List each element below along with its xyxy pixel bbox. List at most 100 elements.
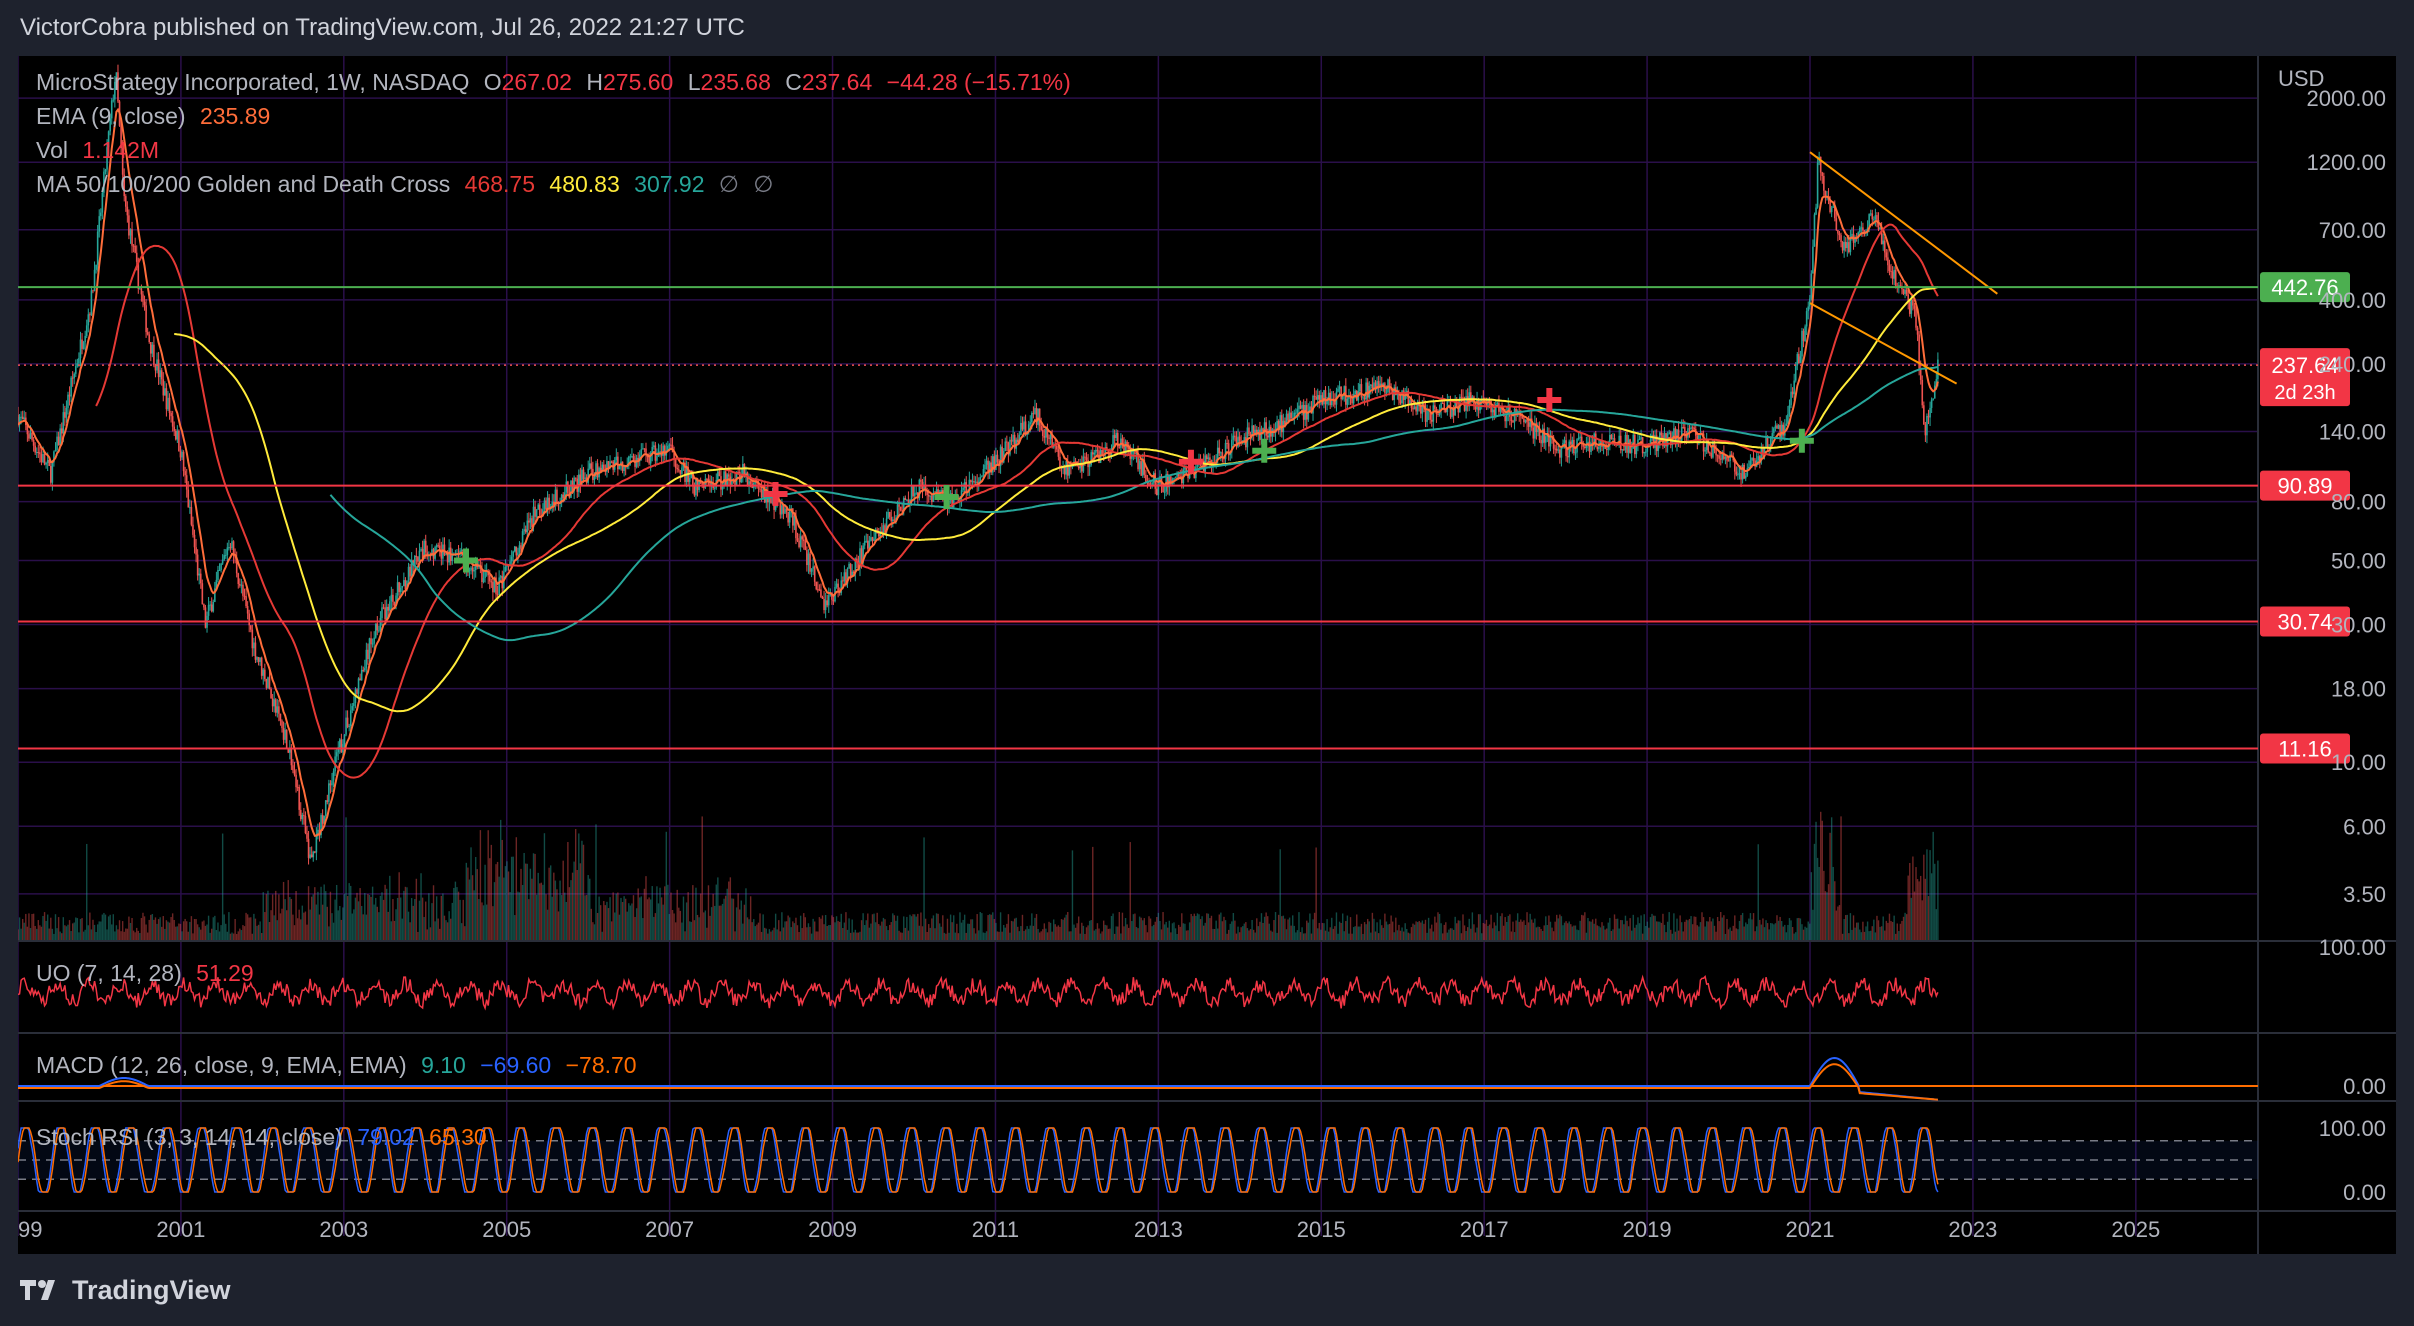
candle-body: [142, 294, 144, 302]
volume-bar: [409, 922, 411, 940]
volume-bar: [1313, 912, 1316, 940]
volume-bar: [1012, 921, 1014, 940]
volume-bar: [1424, 919, 1427, 940]
volume-bar: [1365, 924, 1367, 940]
volume-bar: [510, 856, 513, 940]
volume-bar: [209, 932, 211, 940]
candle-body: [760, 489, 763, 498]
volume-bar: [656, 886, 658, 940]
volume-bar: [1209, 918, 1211, 940]
chart-panel[interactable]: 442.76 90.89 30.74 11.16 237.64 2d 23h USD 2000…: [18, 56, 2396, 1254]
candle-body: [95, 264, 97, 270]
candle-body: [192, 524, 194, 535]
volume-bar: [1173, 922, 1175, 940]
volume-bar: [1193, 913, 1195, 940]
candle-body: [1031, 413, 1033, 423]
volume-bar: [1129, 842, 1131, 940]
volume-bar: [426, 929, 428, 940]
volume-bar: [451, 902, 453, 940]
volume-bar: [1366, 918, 1369, 940]
candle-body: [210, 604, 213, 612]
candle-body: [1740, 473, 1742, 480]
volume-bar: [1652, 915, 1655, 940]
candle-body: [1793, 380, 1795, 395]
volume-bar: [1518, 921, 1520, 940]
volume-bar: [765, 928, 767, 940]
uo-value: 51.29: [196, 960, 254, 986]
volume-bar: [1548, 915, 1550, 940]
candle-body: [332, 771, 335, 781]
volume-bar: [1715, 931, 1717, 940]
tradingview-footer[interactable]: TradingView: [18, 1262, 231, 1318]
candle-body: [912, 486, 914, 497]
volume-bar: [1882, 916, 1884, 940]
candle-body: [1727, 460, 1730, 462]
vol-value: 1.142M: [82, 137, 160, 163]
stoch-d-value: 65.30: [429, 1124, 487, 1150]
volume-bar: [1454, 916, 1456, 940]
volume-bar: [1821, 820, 1823, 940]
candle-body: [1205, 455, 1208, 460]
volume-bar: [617, 892, 619, 940]
volume-bar: [684, 931, 686, 940]
volume-bar: [204, 925, 207, 940]
volume-bar: [1085, 927, 1088, 940]
volume-bar: [637, 888, 639, 940]
volume-bar: [1730, 930, 1733, 940]
volume-bar: [246, 914, 249, 940]
candle-body: [674, 459, 677, 468]
volume-bar: [465, 862, 468, 940]
volume-bar: [148, 919, 150, 940]
candle-body: [632, 456, 635, 460]
candle-body: [643, 448, 646, 450]
volume-bar: [1791, 927, 1794, 940]
candle-body: [1359, 384, 1361, 392]
volume-bar: [134, 932, 136, 940]
volume-bar: [837, 921, 839, 940]
volume-bar: [414, 899, 416, 940]
volume-bar: [1162, 912, 1164, 940]
volume-bar: [1168, 920, 1171, 940]
volume-bar: [604, 905, 607, 940]
volume-bar: [859, 931, 861, 940]
volume-bar: [1340, 922, 1342, 940]
volume-bar: [1309, 913, 1311, 940]
volume-bar: [304, 911, 307, 940]
volume-bar: [1087, 925, 1089, 940]
volume-bar: [807, 923, 810, 940]
volume-bar: [1124, 918, 1127, 940]
volume-bar: [84, 929, 86, 940]
volume-bar: [1668, 912, 1670, 940]
volume-bar: [1498, 931, 1500, 940]
volume-bar: [104, 914, 107, 940]
candle-body: [203, 604, 205, 608]
volume-bar: [1282, 915, 1285, 940]
volume-bar: [142, 912, 144, 940]
volume-bar: [342, 907, 344, 940]
volume-bar: [620, 897, 622, 940]
candle-body: [871, 537, 874, 542]
candle-body: [307, 838, 310, 858]
candle-body: [328, 783, 330, 802]
volume-bar: [1065, 914, 1067, 940]
volume-bar: [676, 889, 678, 940]
volume-bar: [421, 897, 424, 940]
candle-body: [984, 464, 986, 470]
volume-bar: [553, 872, 555, 940]
volume-bar: [1907, 875, 1909, 940]
candle-body: [1209, 457, 1211, 460]
volume-bar: [289, 897, 291, 940]
volume-bar: [1687, 920, 1689, 940]
candle-body: [223, 555, 226, 560]
volume-bar: [871, 914, 874, 940]
candle-body: [1248, 427, 1250, 434]
volume-bar: [612, 892, 614, 940]
candle-body: [1057, 449, 1060, 457]
volume-bar: [40, 926, 43, 940]
candle-body: [396, 582, 399, 596]
volume-bar: [1207, 913, 1210, 940]
volume-bar: [1167, 927, 1169, 940]
candle-body: [1910, 299, 1913, 314]
volume-bar: [1824, 891, 1827, 940]
volume-bar: [907, 930, 910, 940]
